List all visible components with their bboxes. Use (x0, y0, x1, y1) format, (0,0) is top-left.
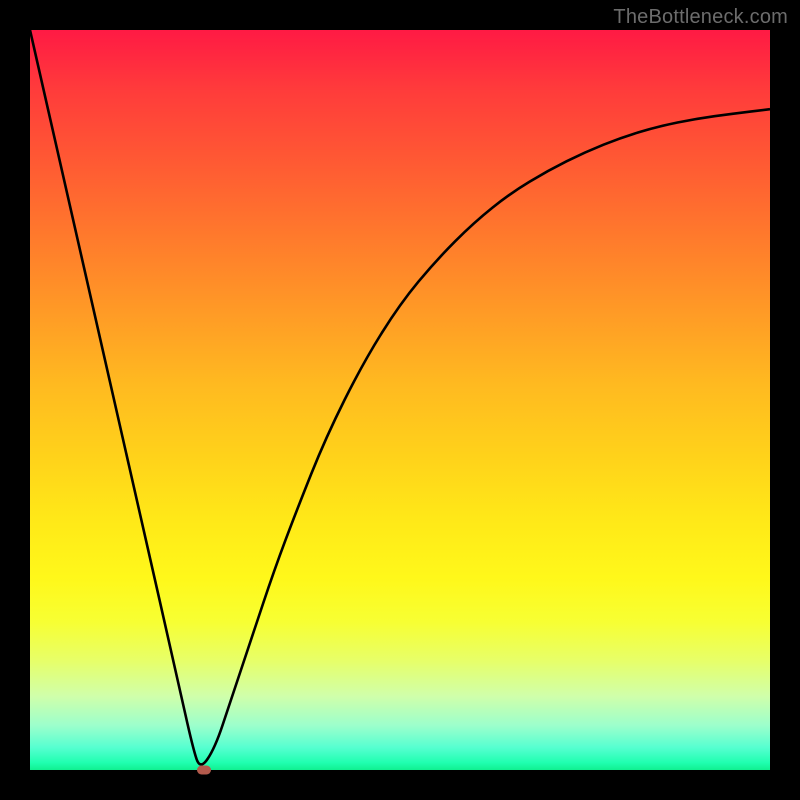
chart-plot-area (30, 30, 770, 770)
bottleneck-curve (30, 30, 770, 770)
curve-path (30, 30, 770, 764)
attribution-label: TheBottleneck.com (613, 6, 788, 29)
optimal-point-marker (197, 766, 211, 775)
